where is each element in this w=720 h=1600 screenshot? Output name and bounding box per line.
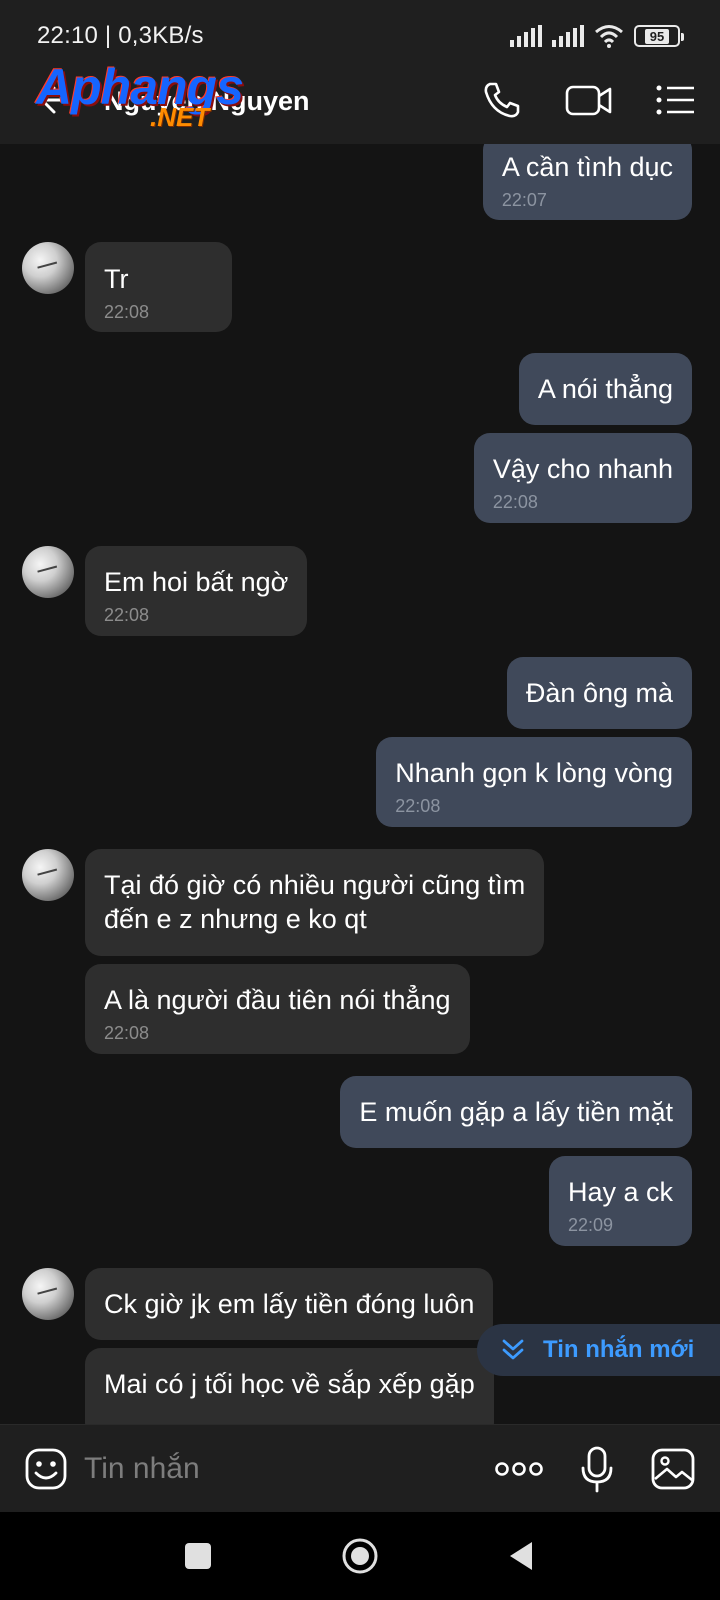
message-time: 22:07 [501,190,547,210]
new-message-button[interactable]: Tin nhắn mới [477,1324,720,1376]
sticker-icon[interactable] [24,1447,68,1491]
message-text: Vậy cho nhanh [492,454,673,484]
battery-level: 95 [644,28,670,44]
message-time: 22:08 [104,605,150,625]
avatar[interactable] [22,242,74,294]
message-text: Nhanh gọn k lòng vòng [395,758,673,788]
message-time: 22:08 [395,796,441,816]
system-nav-bar [0,1512,720,1600]
message-bubble-outgoing[interactable]: A nói thẳng [518,353,692,425]
status-icons: 95 [510,24,684,48]
wifi-icon [595,25,623,48]
battery-icon: 95 [634,25,684,47]
message-input-bar [0,1424,720,1512]
chat-header: Nguyen Nguyen Aphangs .NET [0,56,720,144]
message-bubble-outgoing[interactable]: Nhanh gọn k lòng vòng 22:08 [376,737,692,827]
avatar[interactable] [22,546,74,598]
signal-icon [510,25,542,47]
image-gallery-icon[interactable] [650,1447,696,1491]
message-time: 22:08 [104,1023,150,1043]
message-text: E muốn gặp a lấy tiền mặt [359,1097,673,1127]
status-time: 22:10 | 0,3KB/s [37,22,204,49]
new-message-label: Tin nhắn mới [543,1336,695,1363]
message-text: Mai có j tối học về sắp xếp gặp [104,1369,475,1399]
contact-name[interactable]: Nguyen Nguyen [104,86,310,117]
microphone-icon[interactable] [578,1445,616,1493]
status-bar: 22:10 | 0,3KB/s 95 [0,0,720,56]
message-bubble-outgoing[interactable]: Hay a ck 22:09 [548,1156,692,1246]
message-bubble-incoming[interactable]: Tr 22:08 [85,242,232,332]
double-chevron-down-icon [502,1339,524,1360]
avatar[interactable] [22,1268,74,1320]
message-bubble-incoming[interactable]: Tại đó giờ có nhiều người cũng tìm đến e… [85,849,545,956]
phone-icon[interactable] [480,78,524,122]
message-input[interactable] [84,1443,464,1495]
message-bubble-incoming[interactable]: Em hoi bất ngờ 22:08 [85,546,308,636]
chat-screen: 22:10 | 0,3KB/s 95 Nguyen Nguyen Aphangs… [0,0,720,1600]
message-text: A cần tình dục [501,152,673,182]
message-text: Ck giờ jk em lấy tiền đóng luôn [104,1289,475,1319]
message-time: 22:08 [104,302,150,322]
message-bubble-outgoing[interactable]: Vậy cho nhanh 22:08 [473,433,692,523]
message-text: Tại đó giờ có nhiều người cũng tìm đến e… [104,870,526,934]
avatar[interactable] [22,849,74,901]
message-bubble-outgoing[interactable]: A cần tình dục 22:07 [482,144,692,220]
message-text: A là người đầu tiên nói thẳng [104,985,451,1015]
message-text: Tr [104,264,129,294]
recent-apps-icon[interactable] [178,1536,218,1576]
home-icon[interactable] [340,1536,380,1576]
message-bubble-outgoing[interactable]: E muốn gặp a lấy tiền mặt [340,1076,692,1148]
message-bubble-incoming[interactable]: Mai có j tối học về sắp xếp gặp [85,1348,494,1424]
message-bubble-incoming[interactable]: Ck giờ jk em lấy tiền đóng luôn [85,1268,494,1340]
message-time: 22:08 [492,492,538,512]
message-bubble-outgoing[interactable]: Đàn ông mà [506,657,692,729]
message-time: 22:09 [567,1215,613,1235]
message-text: Hay a ck [567,1177,673,1207]
message-text: A nói thẳng [537,374,673,404]
message-bubble-incoming[interactable]: A là người đầu tiên nói thẳng 22:08 [85,964,470,1054]
menu-list-icon[interactable] [654,78,698,122]
back-triangle-icon[interactable] [502,1536,542,1576]
message-text: Em hoi bất ngờ [104,567,289,597]
back-arrow-icon[interactable] [30,80,70,120]
video-call-icon[interactable] [564,78,614,122]
message-text: Đàn ông mà [525,678,673,708]
message-list[interactable]: A cần tình dục 22:07 Tr 22:08 A nói thẳn… [0,144,720,1424]
signal-2-icon [552,25,584,47]
more-options-icon[interactable] [494,1453,544,1485]
